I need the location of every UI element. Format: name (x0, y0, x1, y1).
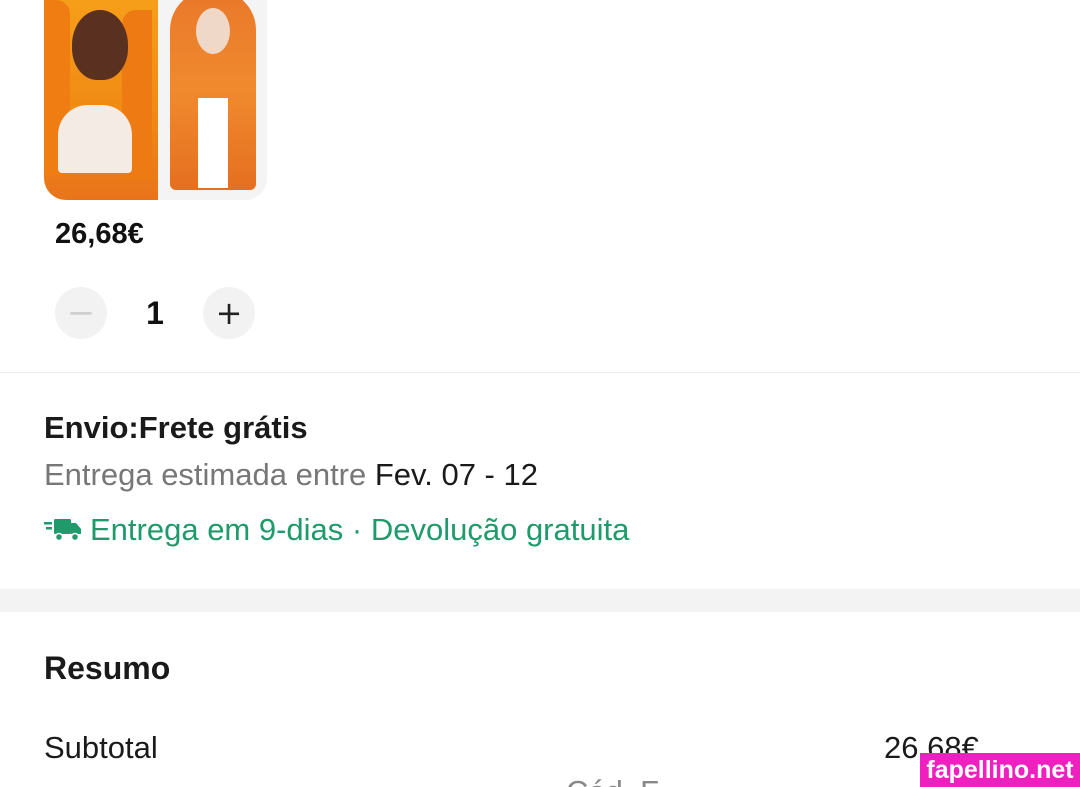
product-image[interactable] (44, 0, 267, 200)
truck-icon (44, 519, 81, 542)
decrease-quantity-button[interactable]: − (55, 287, 107, 339)
shipping-title: Envio:Frete grátis (44, 410, 308, 445)
estimated-delivery: Entrega estimada entre Fev. 07 - 12 (44, 457, 538, 493)
delivery-note: Entrega em 9-dias · Devolução gratuita (44, 512, 629, 548)
plus-icon: + (215, 294, 243, 332)
delivery-note-text: Entrega em 9-dias · Devolução gratuita (90, 512, 630, 547)
summary-partial-line: Cód. F (566, 774, 659, 787)
minus-icon: − (66, 293, 96, 333)
product-price: 26,68€ (55, 218, 144, 250)
cart-page: 26,68€ − 1 + Envio:Frete grátis Entrega … (0, 0, 1080, 787)
model-photo (44, 0, 158, 200)
section-divider (0, 372, 1080, 373)
section-separator (0, 589, 1080, 612)
watermark: fapellino.net (920, 753, 1080, 787)
quantity-stepper: − 1 + (55, 287, 255, 339)
increase-quantity-button[interactable]: + (203, 287, 255, 339)
subtotal-label: Subtotal (44, 730, 158, 765)
eta-date: Fev. 07 - 12 (374, 457, 538, 492)
eta-prefix: Entrega estimada entre (44, 457, 375, 492)
summary-title: Resumo (44, 650, 171, 686)
mannequin-photo (158, 0, 267, 200)
quantity-value: 1 (146, 294, 164, 331)
